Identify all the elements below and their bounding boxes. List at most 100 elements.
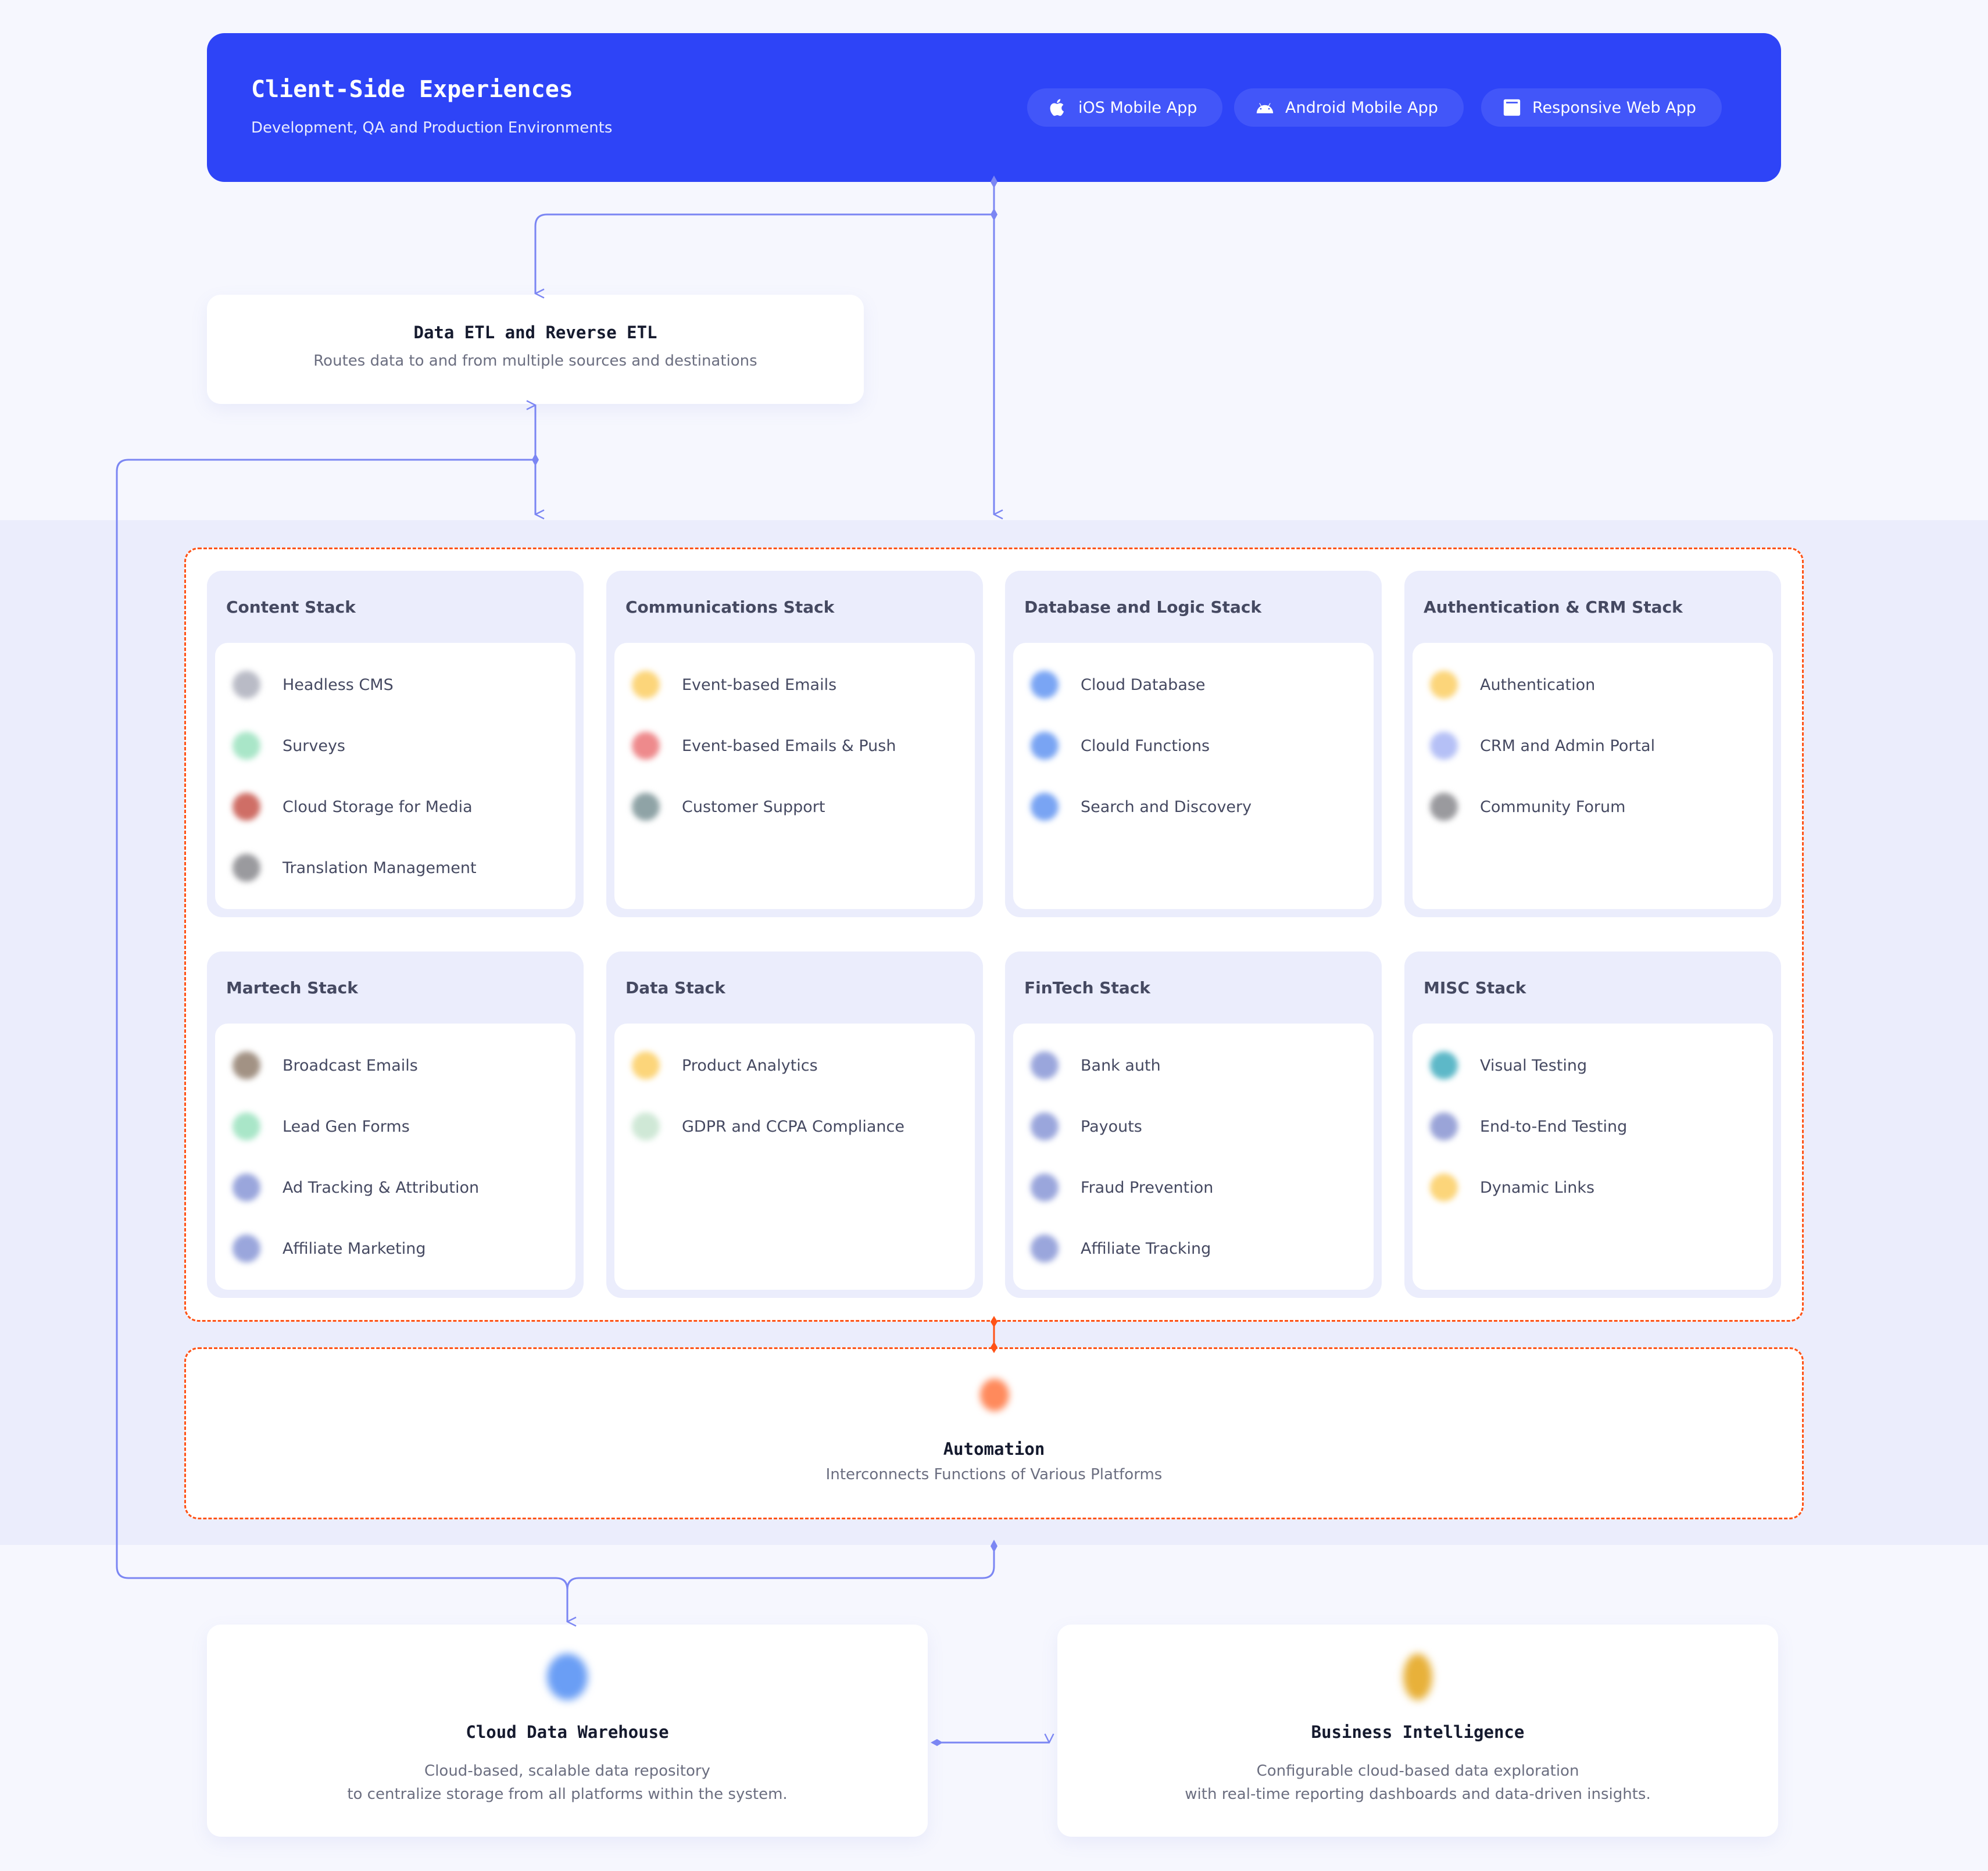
service-logo-icon — [1031, 671, 1059, 699]
stack-item[interactable]: Authentication — [1430, 667, 1595, 702]
stack-item-label: Dynamic Links — [1480, 1178, 1595, 1197]
platform-android[interactable]: Android Mobile App — [1234, 88, 1464, 127]
stack-item[interactable]: Payouts — [1031, 1109, 1142, 1144]
connector-node — [931, 1739, 943, 1746]
service-logo-icon — [1031, 1235, 1059, 1262]
android-icon — [1256, 103, 1274, 113]
stack-item-label: GDPR and CCPA Compliance — [682, 1117, 904, 1136]
service-logo-icon — [1031, 793, 1059, 821]
stack-item-label: Visual Testing — [1480, 1056, 1587, 1075]
stack-item[interactable]: Bank auth — [1031, 1048, 1161, 1083]
service-logo-icon — [1430, 671, 1458, 699]
stack-item[interactable]: Product Analytics — [632, 1048, 818, 1083]
stack-item-label: Cloud Database — [1081, 675, 1206, 694]
stack-item-label: Broadcast Emails — [283, 1056, 418, 1075]
stack-item-label: Affiliate Marketing — [283, 1239, 426, 1258]
stack-item[interactable]: Event-based Emails & Push — [632, 728, 896, 763]
service-logo-icon — [233, 1235, 260, 1262]
stack-item-label: Fraud Prevention — [1081, 1178, 1214, 1197]
stack-item[interactable]: Visual Testing — [1430, 1048, 1587, 1083]
stack-card: Content Stack Headless CMS Surveys Cloud St… — [207, 571, 584, 917]
stack-item[interactable]: CRM and Admin Portal — [1430, 728, 1655, 763]
browser-window-icon — [1503, 99, 1521, 116]
stack-item-label: Search and Discovery — [1081, 797, 1252, 816]
stack-item[interactable]: Event-based Emails — [632, 667, 836, 702]
apple-icon — [1050, 99, 1064, 116]
service-logo-icon — [233, 1112, 260, 1140]
automation-container: Automation Interconnects Functions of Va… — [184, 1347, 1804, 1519]
stack-item[interactable]: Search and Discovery — [1031, 789, 1252, 824]
stack-title: Authentication & CRM Stack — [1424, 598, 1683, 617]
stack-item[interactable]: Community Forum — [1430, 789, 1625, 824]
platform-ios[interactable]: iOS Mobile App — [1027, 88, 1223, 127]
bi-title: Business Intelligence — [1311, 1722, 1525, 1742]
stack-item-label: Ad Tracking & Attribution — [283, 1178, 480, 1197]
stack-items-panel: Product Analytics GDPR and CCPA Complianc… — [614, 1024, 975, 1290]
bi-description-line1: Configurable cloud-based data exploratio… — [1256, 1762, 1579, 1780]
stack-items-panel: Visual Testing End-to-End Testing Dynamic … — [1413, 1024, 1773, 1290]
stack-item[interactable]: Dynamic Links — [1430, 1170, 1594, 1205]
stack-item-label: Authentication — [1480, 675, 1596, 694]
stack-title: Data Stack — [625, 978, 725, 997]
banner-subtitle: Development, QA and Production Environme… — [251, 119, 613, 137]
platform-web-label: Responsive Web App — [1532, 98, 1696, 117]
stack-card: Data Stack Product Analytics GDPR and CCPA… — [606, 951, 983, 1298]
stack-items-panel: Authentication CRM and Admin Portal Commun… — [1413, 643, 1773, 909]
stack-item-label: Clould Functions — [1081, 736, 1210, 755]
platform-web[interactable]: Responsive Web App — [1481, 88, 1722, 127]
stack-item[interactable]: Ad Tracking & Attribution — [233, 1170, 479, 1205]
stack-items-panel: Headless CMS Surveys Cloud Storage for Med… — [215, 643, 575, 909]
service-logo-icon — [1031, 1112, 1059, 1140]
warehouse-description-line2: to centralize storage from all platforms… — [347, 1786, 788, 1803]
connector-banner-to-etl — [534, 213, 994, 294]
service-logo-icon — [1031, 732, 1059, 760]
automation-icon — [980, 1379, 1009, 1411]
stack-item[interactable]: Cloud Storage for Media — [233, 789, 473, 824]
stack-item[interactable]: Broadcast Emails — [233, 1048, 418, 1083]
platform-android-label: Android Mobile App — [1285, 98, 1438, 117]
stack-item[interactable]: Headless CMS — [233, 667, 394, 702]
stack-card: FinTech Stack Bank auth Payouts Fraud Preve… — [1005, 951, 1382, 1298]
warehouse-title: Cloud Data Warehouse — [466, 1722, 669, 1742]
service-logo-icon — [1430, 732, 1458, 760]
etl-card: Data ETL and Reverse ETL Routes data to … — [207, 295, 864, 404]
service-logo-icon — [1430, 1174, 1458, 1201]
stack-item[interactable]: GDPR and CCPA Compliance — [632, 1109, 904, 1144]
stack-item[interactable]: Lead Gen Forms — [233, 1109, 410, 1144]
stack-item[interactable]: Customer Support — [632, 789, 825, 824]
etl-title: Data ETL and Reverse ETL — [413, 323, 657, 342]
service-logo-icon — [233, 1174, 260, 1201]
stack-item-label: Product Analytics — [682, 1056, 818, 1075]
stack-item[interactable]: Clould Functions — [1031, 728, 1210, 763]
stack-item-label: Affiliate Tracking — [1081, 1239, 1211, 1258]
stack-item[interactable]: Surveys — [233, 728, 345, 763]
stack-card: Communications Stack Event-based Emails Ev… — [606, 571, 983, 917]
bi-description-line2: with real-time reporting dashboards and … — [1185, 1786, 1651, 1803]
stack-item[interactable]: Cloud Database — [1031, 667, 1206, 702]
stack-item[interactable]: Affiliate Marketing — [233, 1231, 426, 1266]
stack-item[interactable]: Fraud Prevention — [1031, 1170, 1213, 1205]
stack-item[interactable]: Affiliate Tracking — [1031, 1231, 1211, 1266]
connector-node — [991, 208, 997, 221]
automation-title: Automation — [943, 1439, 1045, 1459]
service-logo-icon — [233, 732, 260, 760]
stack-item-label: Community Forum — [1480, 797, 1626, 816]
stack-item[interactable]: Translation Management — [233, 850, 477, 885]
service-logo-icon — [632, 732, 660, 760]
business-intelligence-card: Business Intelligence Configurable cloud… — [1057, 1625, 1778, 1837]
platform-ios-label: iOS Mobile App — [1078, 98, 1197, 117]
stack-card: Authentication & CRM Stack Authentication… — [1404, 571, 1781, 917]
etl-description: Routes data to and from multiple sources… — [313, 352, 757, 370]
stack-item-label: Payouts — [1081, 1117, 1142, 1136]
stack-item-label: Bank auth — [1081, 1056, 1161, 1075]
bi-icon — [1403, 1654, 1432, 1700]
stack-title: Content Stack — [226, 598, 356, 617]
banner-title: Client-Side Experiences — [251, 76, 573, 103]
stack-item-label: Headless CMS — [283, 675, 394, 694]
cloud-data-warehouse-card: Cloud Data Warehouse Cloud-based, scalab… — [207, 1625, 928, 1837]
stack-item[interactable]: End-to-End Testing — [1430, 1109, 1627, 1144]
stack-title: MISC Stack — [1424, 978, 1526, 997]
service-logo-icon — [233, 793, 260, 821]
service-logo-icon — [1430, 1112, 1458, 1140]
warehouse-description-line1: Cloud-based, scalable data repository — [424, 1762, 710, 1780]
